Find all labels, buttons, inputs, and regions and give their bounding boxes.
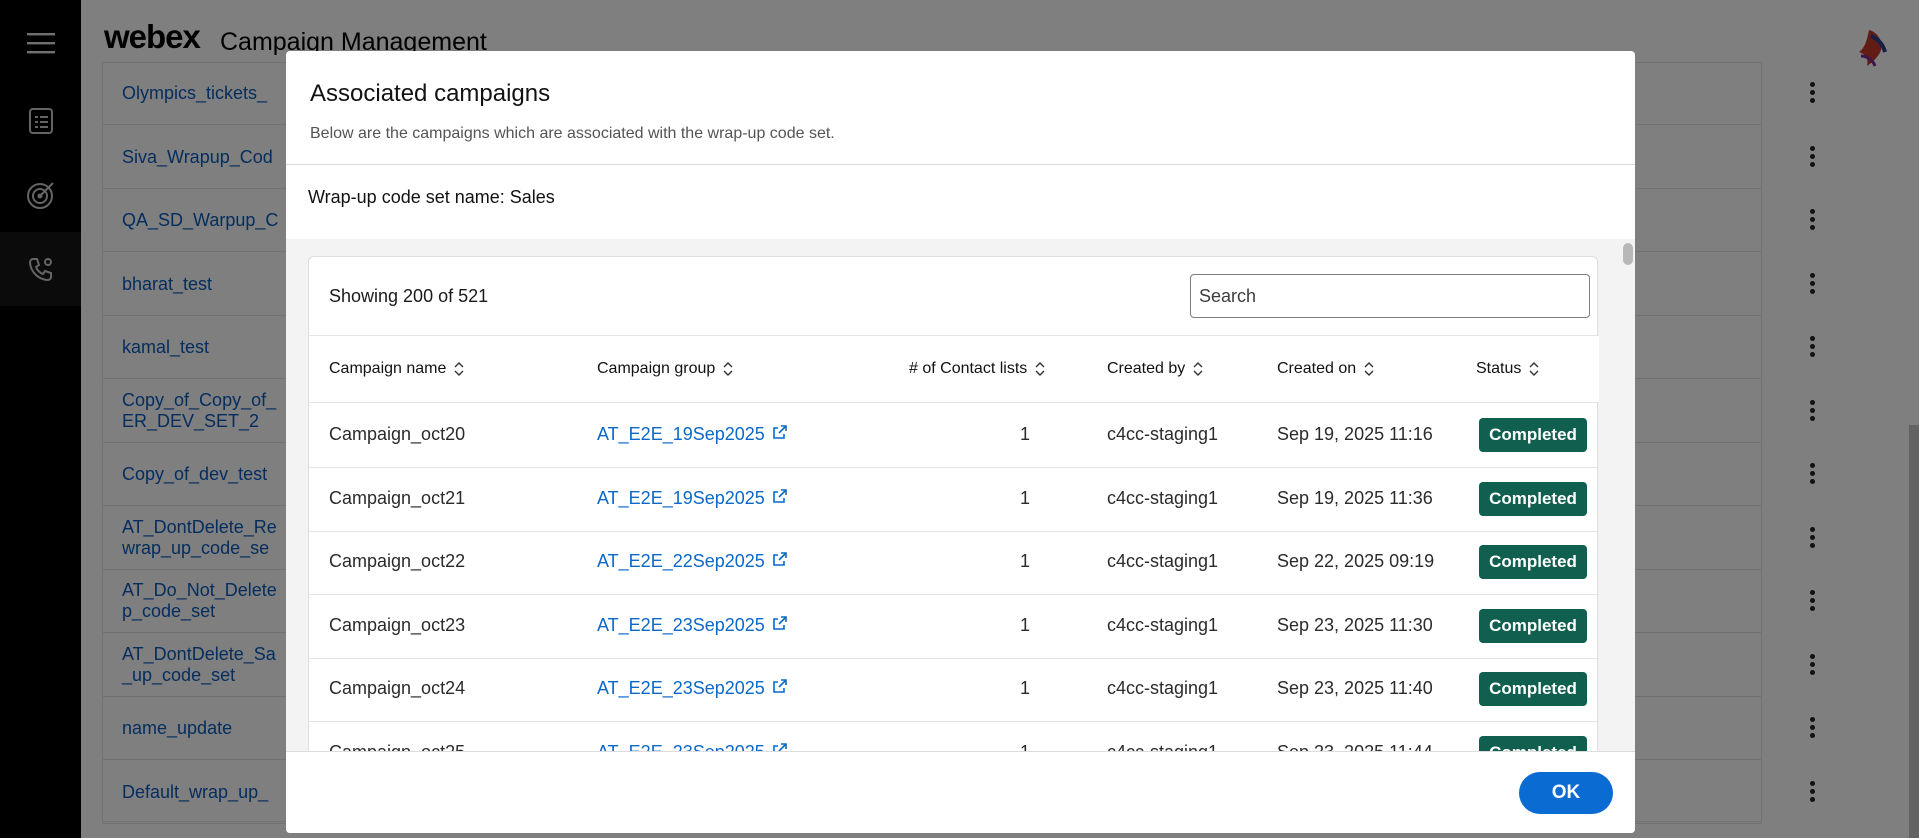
search-input[interactable]	[1190, 274, 1590, 318]
contact-lists-cell: 1	[1019, 424, 1030, 444]
campaign-group-label[interactable]: AT_E2E_23Sep2025	[597, 678, 765, 699]
ok-button[interactable]: OK	[1519, 772, 1613, 814]
column-label: Campaign group	[597, 360, 716, 377]
campaign-name-cell: Campaign_oct21	[329, 487, 466, 508]
dialog-title: Associated campaigns	[310, 80, 551, 107]
status-badge: Completed	[1479, 418, 1587, 452]
campaign-group-link[interactable]: AT_E2E_19Sep2025	[597, 488, 788, 509]
contact-lists-cell: 1	[1019, 678, 1030, 698]
campaign-group-link[interactable]: AT_E2E_23Sep2025	[597, 615, 788, 636]
campaign-group-label[interactable]: AT_E2E_23Sep2025	[597, 615, 765, 636]
contact-lists-cell: 1	[1019, 487, 1030, 508]
table-row: Campaign_oct24 AT_E2E_23Sep2025 1 c4cc-stag…	[309, 658, 1599, 722]
status-badge: Completed	[1479, 545, 1587, 579]
column-header-created-on[interactable]: Created on	[1277, 360, 1374, 378]
sort-icon[interactable]	[1035, 361, 1045, 377]
campaign-group-link[interactable]: AT_E2E_23Sep2025	[597, 742, 788, 752]
dialog-body: Showing 200 of 521 Campaign name Campaig…	[286, 239, 1635, 751]
table-row: Campaign_oct25 AT_E2E_23Sep2025 1 c4cc-stag…	[309, 722, 1599, 752]
contact-lists-cell: 1	[1019, 551, 1030, 571]
column-label: Campaign name	[329, 360, 447, 377]
table-row: Campaign_oct21 AT_E2E_19Sep2025 1 c4cc-stag…	[309, 468, 1599, 532]
table-row: Campaign_oct20 AT_E2E_19Sep2025 1 c4cc-stag…	[309, 404, 1599, 468]
contact-lists-cell: 1	[1000, 742, 1030, 752]
sort-icon[interactable]	[1364, 361, 1374, 377]
campaign-group-link[interactable]: AT_E2E_23Sep2025	[597, 678, 788, 699]
column-header-status[interactable]: Status	[1476, 360, 1539, 378]
table-header: Campaign name Campaign group # of Contac…	[309, 335, 1599, 403]
status-badge: Completed	[1479, 481, 1587, 516]
table-scrollbar-track[interactable]	[1620, 239, 1635, 751]
dialog-description: Below are the campaigns which are associ…	[310, 125, 835, 142]
table-row: Campaign_oct22 AT_E2E_22Sep2025 1 c4cc-stag…	[309, 531, 1599, 595]
campaign-group-label[interactable]: AT_E2E_19Sep2025	[597, 424, 765, 445]
created-on-cell: Sep 23, 2025 11:44	[1277, 742, 1433, 752]
campaign-name-cell: Campaign_oct23	[329, 614, 466, 635]
codeset-name: Wrap-up code set name: Sales	[308, 187, 555, 208]
campaign-name-cell: Campaign_oct20	[329, 424, 466, 444]
created-by-cell: c4cc-staging1	[1107, 614, 1219, 635]
created-on-cell: Sep 19, 2025 11:36	[1277, 487, 1433, 508]
sort-icon[interactable]	[1529, 361, 1539, 377]
created-on-cell: Sep 23, 2025 11:30	[1277, 614, 1433, 635]
created-on-cell: Sep 23, 2025 11:40	[1277, 678, 1433, 698]
status-badge: Completed	[1479, 672, 1587, 706]
created-by-cell: c4cc-staging1	[1107, 678, 1219, 698]
status-badge: Completed	[1479, 735, 1587, 751]
column-label: Created on	[1277, 360, 1357, 377]
campaign-group-link[interactable]: AT_E2E_19Sep2025	[597, 424, 788, 445]
external-link-icon[interactable]	[772, 742, 788, 751]
column-header-campaign-group[interactable]: Campaign group	[597, 360, 733, 378]
created-by-cell: c4cc-staging1	[1107, 551, 1219, 571]
external-link-icon[interactable]	[772, 488, 788, 509]
codeset-value: Sales	[509, 187, 555, 207]
campaign-group-link[interactable]: AT_E2E_22Sep2025	[597, 551, 788, 572]
created-on-cell: Sep 22, 2025 09:19	[1277, 551, 1435, 571]
column-header-contact-lists[interactable]: # of Contact lists	[909, 360, 1045, 378]
campaigns-table-card: Showing 200 of 521 Campaign name Campaig…	[308, 256, 1599, 752]
created-by-cell: c4cc-staging1	[1107, 424, 1219, 444]
created-on-cell: Sep 19, 2025 11:16	[1277, 424, 1433, 444]
column-label: Status	[1476, 360, 1522, 377]
column-header-created-by[interactable]: Created by	[1107, 360, 1203, 378]
sort-icon[interactable]	[454, 361, 464, 377]
external-link-icon[interactable]	[772, 424, 788, 445]
external-link-icon[interactable]	[772, 615, 788, 636]
codeset-label: Wrap-up code set name:	[308, 187, 510, 207]
sort-icon[interactable]	[723, 361, 733, 377]
campaign-name-cell: Campaign_oct22	[329, 551, 466, 571]
table-row: Campaign_oct23 AT_E2E_23Sep2025 1 c4cc-stag…	[309, 595, 1599, 659]
sort-icon[interactable]	[1193, 361, 1203, 377]
contact-lists-cell: 1	[1019, 614, 1030, 635]
result-count: Showing 200 of 521	[329, 286, 489, 306]
campaign-group-label[interactable]: AT_E2E_23Sep2025	[597, 742, 765, 752]
external-link-icon[interactable]	[772, 551, 788, 572]
campaign-group-label[interactable]: AT_E2E_19Sep2025	[597, 488, 765, 509]
external-link-icon[interactable]	[772, 678, 788, 699]
table-scrollbar-thumb[interactable]	[1623, 243, 1633, 265]
column-header-campaign-name[interactable]: Campaign name	[329, 360, 464, 378]
column-label: Created by	[1107, 360, 1186, 377]
status-badge: Completed	[1479, 608, 1587, 643]
campaign-name-cell: Campaign_oct24	[329, 678, 466, 698]
dialog-footer: OK	[286, 751, 1635, 833]
associated-campaigns-dialog: Associated campaigns Below are the campa…	[286, 51, 1635, 833]
created-by-cell: c4cc-staging1	[1107, 742, 1218, 752]
campaign-name-cell: Campaign_oct25	[329, 742, 465, 752]
campaign-group-label[interactable]: AT_E2E_22Sep2025	[597, 551, 765, 572]
created-by-cell: c4cc-staging1	[1107, 487, 1219, 508]
divider	[286, 164, 1635, 165]
column-label: # of Contact lists	[909, 360, 1028, 377]
